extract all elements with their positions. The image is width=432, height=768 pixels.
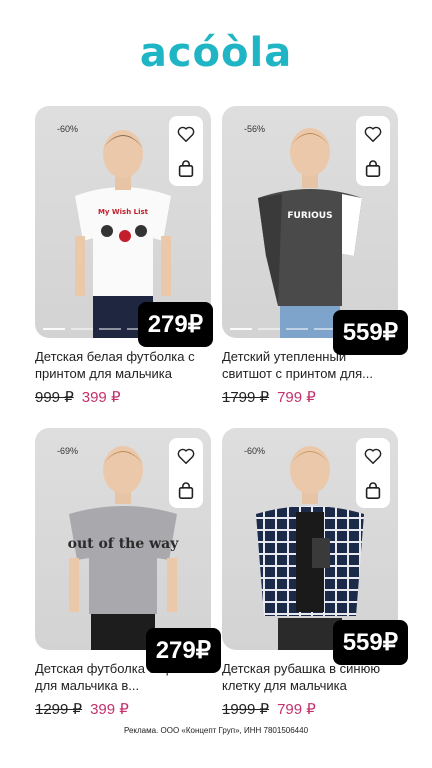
heart-icon[interactable] [176,124,196,144]
product-card[interactable]: My Wish List -60% 279₽ Детская белая фут… [35,106,213,406]
price-badge: 559₽ [332,620,408,665]
ad-disclaimer: Реклама. ООО «Концепт Груп», ИНН 7801506… [123,726,309,735]
card-actions [356,438,390,508]
old-price: 1299 ₽ [35,701,83,718]
brand-logo[interactable]: acóòla [0,30,432,76]
shirt-print-text: FURIOUS [287,211,332,221]
bag-icon[interactable] [363,481,383,501]
image-pager [43,328,149,330]
heart-icon[interactable] [176,446,196,466]
price-row: 1999 ₽ 799 ₽ [222,700,398,718]
card-actions [169,438,203,508]
product-card[interactable]: out of the way -69% 279₽ Детская футболк… [35,428,221,718]
product-title[interactable]: Детская белая футболка с принтом для мал… [35,348,211,382]
new-price: 799 ₽ [277,701,316,718]
product-title[interactable]: Детская рубашка в синюю клетку для мальч… [222,660,398,694]
card-actions [356,116,390,186]
bag-icon[interactable] [176,481,196,501]
price-badge: 559₽ [332,310,408,355]
product-photo[interactable]: out of the way -69% [35,428,211,650]
bag-icon[interactable] [176,159,196,179]
old-price: 1799 ₽ [222,389,270,406]
shirt-print-text: My Wish List [98,208,149,216]
old-price: 999 ₽ [35,389,74,406]
new-price: 799 ₽ [277,389,316,406]
product-card[interactable]: -60% 559₽ Детская рубашка в синюю клетку… [222,428,408,718]
product-photo[interactable]: FURIOUS -56% [222,106,398,338]
product-card[interactable]: FURIOUS -56% 559₽ Детский утепленный сви… [222,106,408,406]
discount-label: -69% [57,446,79,456]
price-row: 1299 ₽ 399 ₽ [35,700,211,718]
new-price: 399 ₽ [81,389,121,406]
discount-label: -56% [244,124,266,134]
card-actions [169,116,203,186]
image-pager [230,328,336,330]
price-row: 1799 ₽ 799 ₽ [222,388,398,406]
price-row: 999 ₽ 399 ₽ [35,388,211,406]
price-badge: 279₽ [145,628,221,673]
old-price: 1999 ₽ [222,701,270,718]
bag-icon[interactable] [363,159,383,179]
heart-icon[interactable] [363,124,383,144]
discount-label: -60% [57,124,79,134]
product-photo[interactable]: -60% [222,428,398,650]
new-price: 399 ₽ [90,701,129,718]
price-badge: 279₽ [137,302,213,347]
heart-icon[interactable] [363,446,383,466]
shirt-print-text: out of the way [68,536,180,552]
discount-label: -60% [244,446,266,456]
